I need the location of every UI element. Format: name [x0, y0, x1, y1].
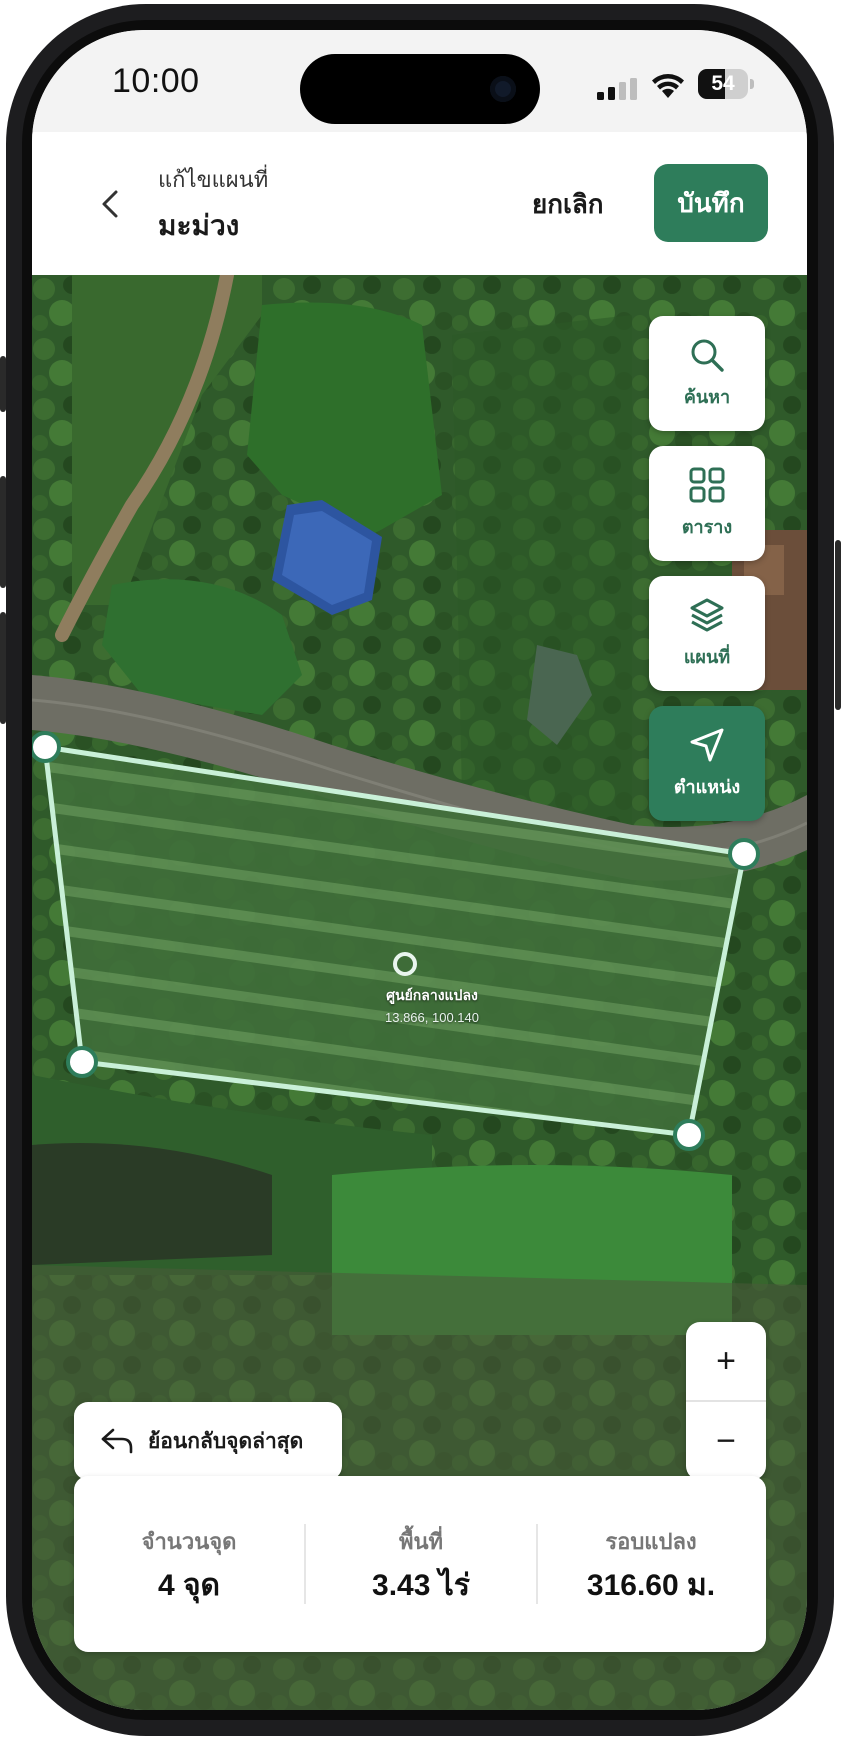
power-button: [835, 540, 841, 710]
wifi-icon: [652, 74, 684, 98]
stat-area: พื้นที่ 3.43 ไร่: [306, 1476, 536, 1652]
stat-point-count: จำนวนจุด 4 จุด: [74, 1476, 304, 1652]
stat-value: 316.60 ม.: [586, 1569, 716, 1602]
screen: 10:00 54 แก้ไขแผนที่ มะม่วง ยกเลิก บันทึ…: [32, 30, 807, 1710]
search-button-label: ค้นหา: [683, 387, 731, 407]
stat-value: 3.43 ไร่: [372, 1569, 470, 1602]
cancel-button[interactable]: ยกเลิก: [532, 184, 604, 225]
grid-icon: [689, 467, 725, 503]
search-button[interactable]: ค้นหา: [649, 316, 765, 431]
undo-icon: [101, 1428, 133, 1454]
layers-icon: [690, 598, 724, 632]
phone-frame: 10:00 54 แก้ไขแผนที่ มะม่วง ยกเลิก บันทึ…: [0, 0, 841, 1741]
header-subtitle: แก้ไขแผนที่: [158, 167, 269, 192]
zoom-in-button[interactable]: +: [686, 1322, 766, 1400]
location-button-label: ตำแหน่ง: [673, 777, 741, 797]
stats-card: จำนวนจุด 4 จุด พื้นที่ 3.43 ไร่ รอบแปลง …: [74, 1476, 766, 1652]
layers-button-label: แผนที่: [683, 647, 731, 667]
satellite-map[interactable]: ศูนย์กลางแปลง 13.866, 100.140 ค้นหา ตารา…: [32, 275, 807, 1710]
cellular-signal-icon: [597, 78, 637, 100]
status-bar: 10:00 54: [32, 30, 807, 132]
grid-button-label: ตาราง: [681, 517, 733, 537]
layers-button[interactable]: แผนที่: [649, 576, 765, 691]
grid-button[interactable]: ตาราง: [649, 446, 765, 561]
undo-last-point-button[interactable]: ย้อนกลับจุดล่าสุด: [74, 1402, 342, 1480]
back-button[interactable]: [88, 182, 132, 226]
polygon-vertex-handle[interactable]: [32, 731, 61, 763]
undo-label: ย้อนกลับจุดล่าสุด: [148, 1429, 304, 1453]
stat-perimeter: รอบแปลง 316.60 ม.: [536, 1476, 766, 1652]
battery-icon: 54: [698, 69, 754, 99]
stat-label: จำนวนจุด: [141, 1529, 237, 1554]
app-header: แก้ไขแผนที่ มะม่วง ยกเลิก บันทึก: [32, 132, 807, 275]
location-arrow-icon: [690, 728, 724, 762]
status-time: 10:00: [112, 62, 200, 100]
centroid-title: ศูนย์กลางแปลง: [386, 987, 478, 1003]
location-button[interactable]: ตำแหน่ง: [649, 706, 765, 821]
centroid-coordinates: 13.866, 100.140: [385, 1010, 479, 1025]
zoom-control: + −: [686, 1322, 766, 1480]
polygon-vertex-handle[interactable]: [728, 838, 760, 870]
polygon-vertex-handle[interactable]: [673, 1119, 705, 1151]
battery-level: 54: [711, 72, 735, 95]
page-title: มะม่วง: [158, 210, 240, 241]
search-icon: [691, 339, 724, 372]
chevron-left-icon: [102, 190, 118, 218]
save-button[interactable]: บันทึก: [654, 164, 768, 242]
dynamic-island: [300, 54, 540, 124]
stat-label: พื้นที่: [398, 1529, 444, 1554]
polygon-vertex-handle[interactable]: [66, 1046, 98, 1078]
camera-icon: [490, 76, 516, 102]
stat-label: รอบแปลง: [605, 1529, 697, 1554]
stat-value: 4 จุด: [157, 1569, 221, 1602]
zoom-out-button[interactable]: −: [686, 1402, 766, 1480]
centroid-label: ศูนย์กลางแปลง 13.866, 100.140: [302, 985, 562, 1025]
